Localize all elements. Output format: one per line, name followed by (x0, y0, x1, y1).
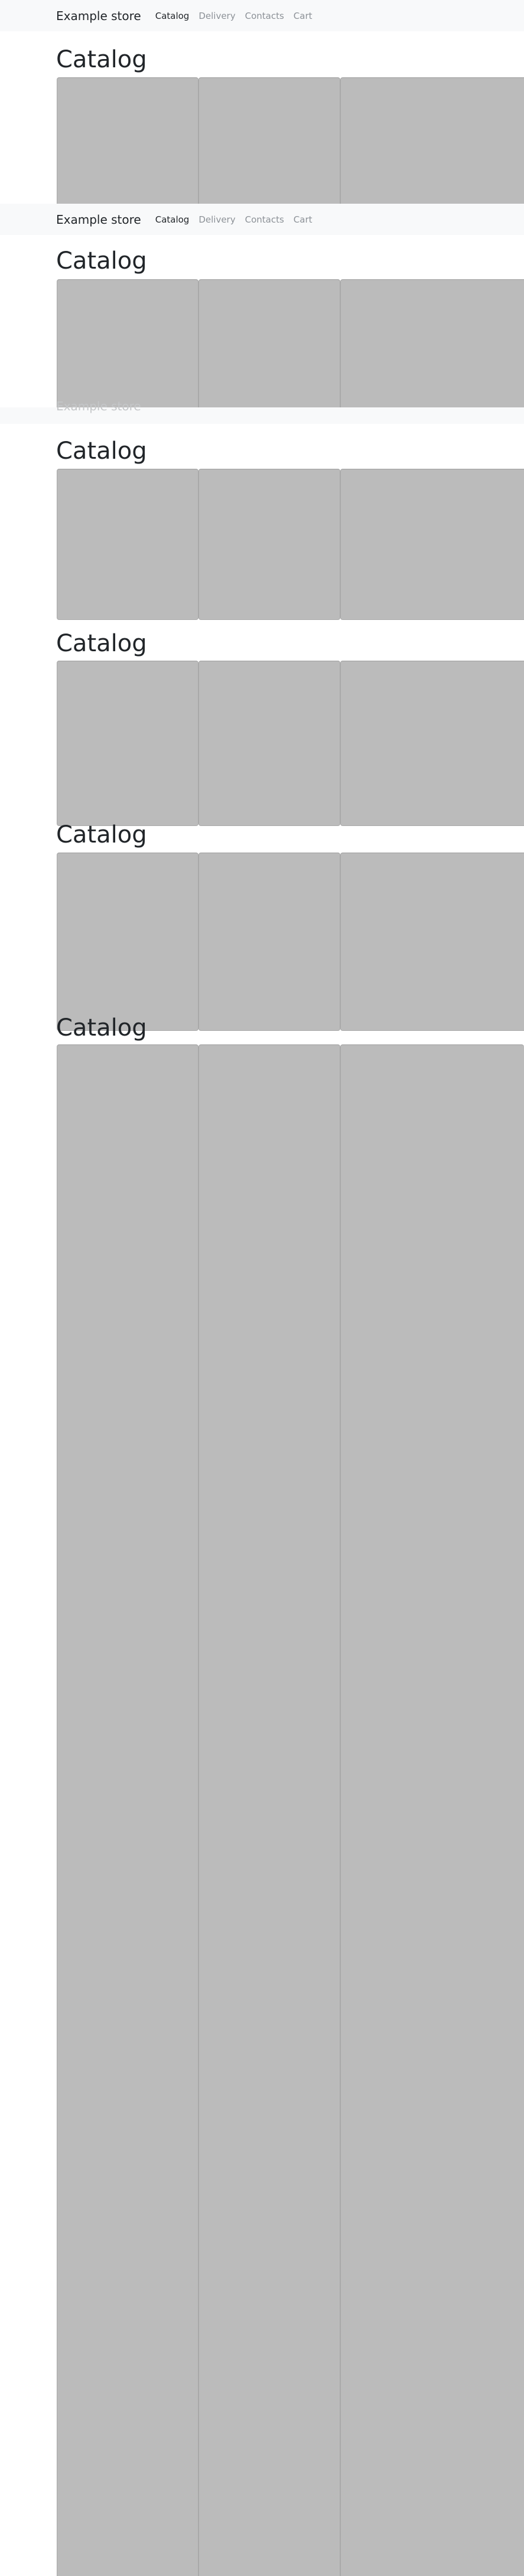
page-title: Catalog (56, 630, 147, 657)
page-title: Catalog (56, 821, 147, 848)
navbar: Example store Catalog Delivery Contacts … (0, 0, 524, 31)
product-card[interactable] (340, 661, 524, 826)
product-card[interactable] (198, 469, 340, 620)
product-card[interactable] (57, 1044, 198, 2576)
product-card[interactable] (340, 469, 524, 620)
product-card[interactable] (198, 1044, 340, 2576)
nav-link-delivery[interactable]: Delivery (198, 11, 235, 21)
nav-link-delivery[interactable]: Delivery (198, 214, 235, 225)
navbar: Example store Catalog Delivery Contacts … (0, 204, 524, 235)
product-card[interactable] (57, 853, 198, 1031)
brand-link[interactable]: Example store (56, 9, 141, 23)
product-card[interactable] (57, 469, 198, 620)
brand-link[interactable]: Example store (56, 400, 141, 412)
nav-link-catalog[interactable]: Catalog (155, 214, 190, 225)
brand-link[interactable]: Example store (56, 213, 141, 227)
product-card[interactable] (340, 1044, 524, 2576)
nav-link-cart[interactable]: Cart (294, 11, 313, 21)
product-card[interactable] (198, 853, 340, 1031)
navbar: Example store (0, 400, 524, 424)
nav-link-contacts[interactable]: Contacts (245, 214, 284, 225)
product-card[interactable] (57, 279, 198, 414)
page-title: Catalog (56, 247, 147, 275)
product-card[interactable] (340, 853, 524, 1031)
product-card[interactable] (340, 279, 524, 414)
page-title: Catalog (56, 438, 147, 465)
product-card[interactable] (57, 77, 198, 206)
product-card[interactable] (198, 77, 340, 206)
nav-link-contacts[interactable]: Contacts (245, 11, 284, 21)
product-card[interactable] (340, 77, 524, 206)
page-title: Catalog (56, 1014, 147, 1041)
product-card[interactable] (198, 661, 340, 826)
nav-link-catalog[interactable]: Catalog (155, 11, 190, 21)
page-title: Catalog (56, 46, 147, 73)
product-card[interactable] (57, 661, 198, 826)
nav-link-cart[interactable]: Cart (294, 214, 313, 225)
product-card[interactable] (198, 279, 340, 414)
